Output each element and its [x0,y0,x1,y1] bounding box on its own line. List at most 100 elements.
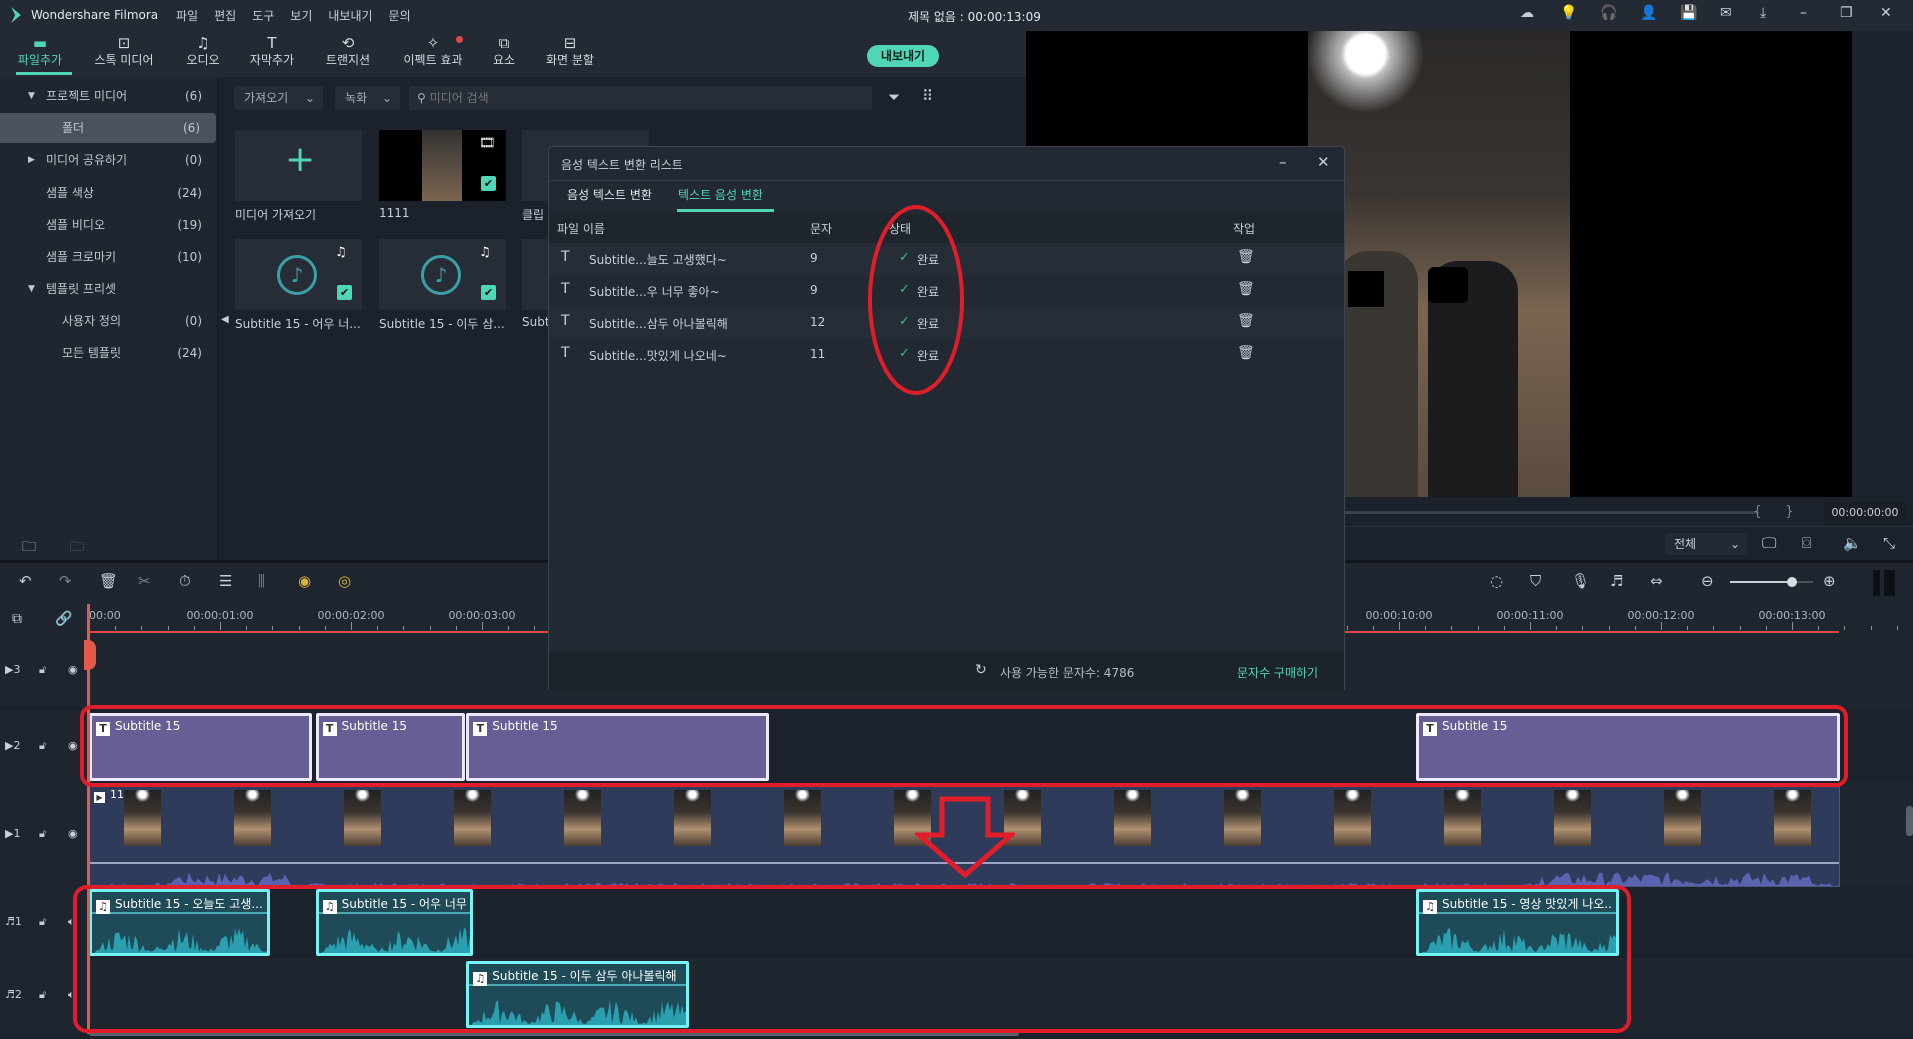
lock-icon[interactable]: 🔓︎ [39,664,46,675]
audio-clip[interactable]: ♫ Subtitle 15 - 이두 삼두 아나볼릭해 [466,961,689,1028]
sidebar-item[interactable]: 샘플 색상 (24) [0,178,218,208]
microphone-icon[interactable]: 🎙 [1571,574,1590,589]
menu-item[interactable]: 보기 [290,9,312,23]
playhead-handle[interactable] [84,640,96,670]
filter-icon[interactable]: ⏷ [888,90,900,105]
lock-icon[interactable]: 🔓︎ [39,916,46,927]
user-icon[interactable]: 👤 [1640,6,1657,20]
volume-icon[interactable]: 🔈 [1843,536,1862,551]
link-icon[interactable]: 🔗 [55,612,72,626]
timeline-track[interactable]: ♬1 🔓︎ 🔈︎ [0,887,1913,958]
timeline-scrollbar[interactable] [89,1031,1019,1036]
menu-item[interactable]: 문의 [389,9,411,23]
record-dropdown[interactable]: 녹화 ⌄ [335,86,400,110]
tab-effect[interactable]: ✧ 이펙트 효과 [393,34,473,68]
folder-icon[interactable]: 🗀 [70,540,84,554]
eye-icon[interactable]: ◉ [68,664,78,675]
cloud-icon[interactable]: ☁ [1520,6,1534,20]
delete-icon[interactable]: 🗑 [99,574,118,589]
tab-folder[interactable]: ▬ 파일추가 [0,34,80,68]
timeline-track[interactable]: ♬2 🔓︎ 🔈︎ [0,958,1913,1033]
trash-icon[interactable]: 🗑︎ [1237,313,1255,329]
lock-icon[interactable]: 🔓︎ [39,828,46,839]
media-tile[interactable]: 🎞 ✔ [379,130,506,201]
trash-icon[interactable]: 🗑︎ [1237,345,1255,361]
collapse-left-icon[interactable]: ◀ [221,315,229,325]
headset-icon[interactable]: 🎧 [1600,6,1617,20]
trash-icon[interactable]: 🗑︎ [1237,281,1255,297]
audio-split-icon[interactable]: ⫼ [258,574,265,589]
refresh-icon[interactable]: ↻ [975,662,987,678]
mail-icon[interactable]: ✉ [1720,6,1732,20]
lock-icon[interactable]: 🔓︎ [39,989,46,1000]
grid-view-icon[interactable]: ⠿ [922,89,933,104]
sidebar-item[interactable]: 샘플 비디오 (19) [0,210,218,240]
subtitle-clip[interactable]: T Subtitle 15 [89,713,312,781]
subtitle-clip[interactable]: T Subtitle 15 [315,713,465,781]
tab-stock[interactable]: ⊡ 스톡 미디어 [84,34,164,68]
caret-down-icon[interactable]: ▼ [28,81,35,111]
undo-icon[interactable]: ↶ [19,574,32,589]
voice-icon[interactable]: ◉ [298,574,311,589]
media-tile[interactable]: ♪ ♫ ✔ [235,239,362,310]
close-icon[interactable]: ✕ [1317,155,1330,170]
sidebar-item[interactable]: ▶ 미디어 공유하기 (0) [0,145,218,175]
export-button[interactable]: 내보내기 [867,45,939,67]
minimize-icon[interactable]: – [1279,155,1287,170]
audio-mixer-icon[interactable]: ♬ [1610,574,1623,589]
tab-tts[interactable]: 텍스트 음성 변환 [678,186,763,203]
render-preview-icon[interactable]: ◌ [1490,574,1503,589]
tab-music[interactable]: ♫ 오디오 [163,34,243,68]
tab-text[interactable]: T 자막추가 [232,34,312,68]
quality-dropdown[interactable]: 전체 ⌄ [1665,533,1747,555]
download-icon[interactable]: ⤓ [1760,6,1766,20]
menu-item[interactable]: 편집 [214,9,236,23]
auto-sync-icon[interactable]: ◎ [338,574,351,589]
caret-right-icon[interactable]: ▶ [28,145,35,175]
speaker-icon[interactable]: 🔈︎ [68,916,75,927]
sidebar-item[interactable]: 모든 템플릿 (24) [0,338,218,368]
sidebar-item[interactable]: 사용자 정의 (0) [0,306,218,336]
minimize-icon[interactable]: – [1800,6,1807,20]
search-input[interactable] [429,91,830,105]
sidebar-item[interactable]: 샘플 크로마키 (10) [0,242,218,272]
sidebar-item[interactable]: ▼ 템플릿 프리셋 [0,274,218,304]
redo-icon[interactable]: ↷ [59,574,72,589]
new-folder-icon[interactable]: 🗀 [22,540,36,554]
subtitle-clip[interactable]: T Subtitle 15 [466,713,769,781]
camera-icon[interactable]: ⌼ [1802,536,1811,551]
speed-icon[interactable]: ⏱ [179,574,191,589]
eye-icon[interactable]: ◉ [68,740,78,751]
caret-down-icon[interactable]: ▼ [28,274,35,304]
close-icon[interactable]: ✕ [1880,6,1892,20]
marker-icon[interactable]: ⛉ [1530,574,1541,589]
mark-in-button[interactable]: { [1753,504,1762,520]
display-icon[interactable]: 🖵 [1762,536,1776,551]
checkbox-checked-icon[interactable]: ✔ [481,176,496,191]
lock-icon[interactable]: 🔓︎ [39,740,46,751]
media-tile[interactable]: + [235,130,362,201]
sidebar-item[interactable]: 폴더 (6) [0,113,216,143]
zoom-out-icon[interactable]: ⊖ [1701,574,1714,589]
menu-item[interactable]: 파일 [176,9,198,23]
fullscreen-icon[interactable]: ⤡ [1883,536,1895,551]
adjust-icon[interactable]: ☰ [219,574,232,589]
subtitle-clip[interactable]: T Subtitle 15 [1416,713,1841,781]
cut-icon[interactable]: ✂ [138,574,151,589]
fit-timeline-icon[interactable]: ⇔ [1650,574,1663,589]
add-track-icon[interactable]: ⧉ [12,612,22,626]
tab-split-screen[interactable]: ⊟ 화면 분할 [530,34,610,68]
audio-clip[interactable]: ♫ Subtitle 15 - 오늘도 고생... [89,889,270,956]
checkbox-checked-icon[interactable]: ✔ [481,285,496,300]
restore-icon[interactable]: ❐ [1840,6,1853,20]
media-tile[interactable]: ♪ ♫ ✔ [379,239,506,310]
audio-clip[interactable]: ♫ Subtitle 15 - 영상 맛있게 나오... [1416,889,1620,956]
mark-out-button[interactable]: } [1785,504,1794,520]
zoom-in-icon[interactable]: ⊕ [1823,574,1836,589]
tab-transition[interactable]: ⟲ 트랜지션 [308,34,388,68]
save-icon[interactable]: 💾 [1680,6,1697,20]
timeline-vertical-scrollbar[interactable] [1906,806,1913,836]
media-search[interactable]: ⚲ [409,86,872,110]
menu-item[interactable]: 도구 [252,9,274,23]
tab-stt[interactable]: 음성 텍스트 변환 [567,186,652,203]
